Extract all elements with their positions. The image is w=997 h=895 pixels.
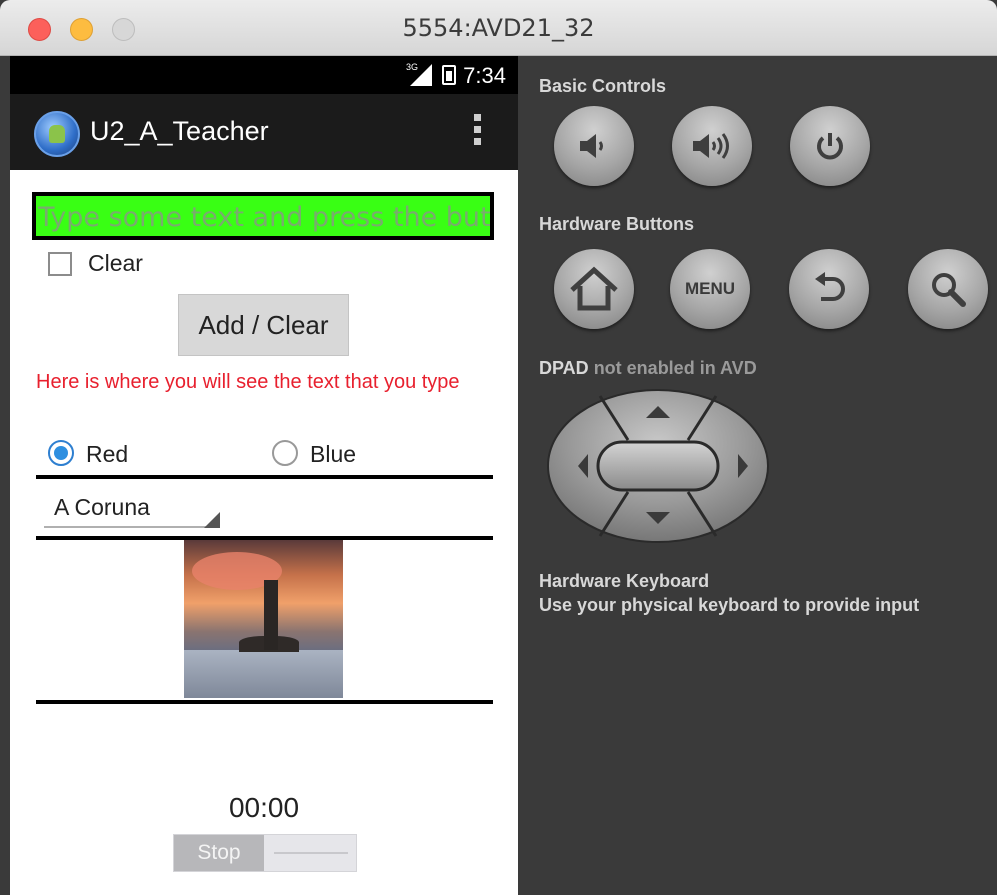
app-icon bbox=[34, 111, 80, 157]
dpad-title-prefix: DPAD bbox=[539, 358, 589, 378]
dpad-center-button[interactable] bbox=[596, 440, 720, 492]
radio-red-indicator[interactable] bbox=[48, 440, 74, 466]
search-icon bbox=[932, 273, 966, 307]
window-title: 5554:AVD21_32 bbox=[402, 14, 595, 42]
overflow-menu-icon[interactable] bbox=[474, 114, 482, 152]
volume-up-button[interactable] bbox=[672, 106, 752, 186]
dropdown-arrow-icon bbox=[204, 512, 220, 528]
landscape-image bbox=[184, 540, 343, 698]
radio-blue-label: Blue bbox=[310, 441, 357, 467]
stop-toggle-label: Stop bbox=[174, 835, 264, 871]
status-bar: 3G 7:34 bbox=[10, 56, 518, 94]
clear-checkbox-label: Clear bbox=[88, 250, 143, 276]
back-button[interactable] bbox=[789, 249, 869, 329]
hardware-buttons-title: Hardware Buttons bbox=[539, 214, 695, 234]
back-icon bbox=[815, 272, 845, 301]
divider bbox=[36, 700, 493, 704]
text-input[interactable]: Type some text and press the button bbox=[32, 192, 494, 240]
stop-toggle[interactable]: Stop bbox=[173, 834, 357, 872]
network-type: 3G bbox=[406, 62, 419, 72]
dpad bbox=[547, 389, 769, 543]
dpad-title: DPAD not enabled in AVD bbox=[539, 358, 757, 379]
radio-red-label: Red bbox=[86, 441, 129, 467]
divider bbox=[36, 475, 493, 479]
volume-down-button[interactable] bbox=[554, 106, 634, 186]
dpad-title-suffix: not enabled in AVD bbox=[593, 358, 757, 378]
output-text: Here is where you will see the text that… bbox=[36, 371, 460, 393]
volume-up-icon bbox=[693, 133, 729, 159]
window-titlebar: 5554:AVD21_32 bbox=[0, 0, 997, 56]
spinner-value: A Coruna bbox=[54, 494, 150, 520]
device-screen: 3G 7:34 U2_A_Teacher Type some text and … bbox=[10, 56, 518, 895]
clear-checkbox[interactable] bbox=[48, 252, 72, 276]
emulator-controls-panel: Basic Controls Hardware Buttons MENU DPA… bbox=[518, 56, 997, 895]
volume-down-icon bbox=[580, 134, 603, 158]
battery-icon bbox=[442, 65, 456, 85]
hardware-keyboard-title: Hardware Keyboard bbox=[539, 571, 710, 591]
status-time: 7:34 bbox=[463, 63, 506, 88]
search-button[interactable] bbox=[908, 249, 988, 329]
signal-icon: 3G bbox=[406, 62, 432, 86]
home-button[interactable] bbox=[554, 249, 634, 329]
add-clear-button[interactable]: Add / Clear bbox=[178, 294, 349, 356]
app-content: Type some text and press the button Clea… bbox=[10, 170, 518, 895]
basic-controls-title: Basic Controls bbox=[539, 76, 667, 96]
action-bar: U2_A_Teacher bbox=[10, 94, 518, 170]
home-icon bbox=[570, 266, 618, 311]
menu-button[interactable]: MENU bbox=[670, 249, 750, 329]
app-title: U2_A_Teacher bbox=[90, 116, 269, 146]
power-button[interactable] bbox=[790, 106, 870, 186]
menu-button-label: MENU bbox=[684, 279, 736, 298]
timer-display: 00:00 bbox=[228, 792, 300, 823]
power-icon bbox=[817, 133, 843, 160]
hardware-keyboard-subtitle: Use your physical keyboard to provide in… bbox=[539, 595, 920, 615]
radio-blue-indicator[interactable] bbox=[272, 440, 298, 466]
city-spinner[interactable]: A Coruna bbox=[44, 486, 220, 530]
